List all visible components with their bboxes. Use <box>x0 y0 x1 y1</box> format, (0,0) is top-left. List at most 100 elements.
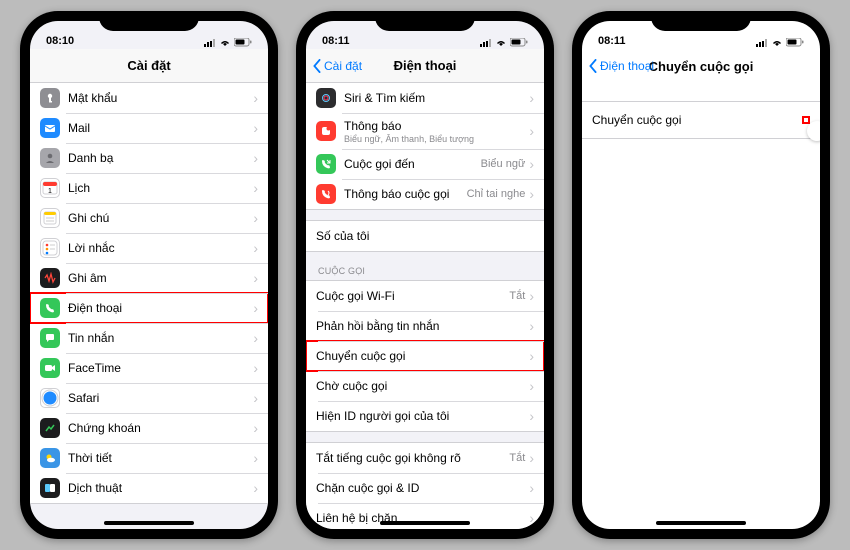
row-my-number[interactable]: Số của tôi <box>306 221 544 251</box>
battery-icon <box>786 38 804 47</box>
chevron-left-icon <box>588 59 598 73</box>
signal-icon <box>204 39 216 47</box>
row-settings-0[interactable]: Mật khẩu› <box>30 83 268 113</box>
row-label: Hiện ID người gọi của tôi <box>316 409 529 423</box>
toggle-highlight <box>802 116 810 124</box>
stocks-icon <box>40 418 60 438</box>
row-label: Danh bạ <box>68 151 253 165</box>
signal-icon <box>756 39 768 47</box>
phone-settings-list[interactable]: Siri & Tìm kiếm›Thông báoBiểu ngữ, Âm th… <box>306 83 544 529</box>
row-calls-4[interactable]: Hiện ID người gọi của tôi› <box>306 401 544 431</box>
nav-bar: Điện thoại Chuyển cuộc gọi <box>582 49 820 83</box>
row-label: Ghi chú <box>68 211 253 225</box>
chevron-left-icon <box>312 59 322 73</box>
chevron-right-icon: › <box>529 318 534 334</box>
row-label: Phản hồi bằng tin nhắn <box>316 319 529 333</box>
row-label: Lời nhắc <box>68 241 253 255</box>
row-calls-2[interactable]: Chuyển cuộc gọi› <box>306 341 544 371</box>
safari-icon <box>40 388 60 408</box>
row-label: Chuyển cuộc gọi <box>316 349 529 363</box>
row-settings-11[interactable]: Chứng khoán› <box>30 413 268 443</box>
announce-icon <box>316 184 336 204</box>
svg-text:1: 1 <box>48 188 52 195</box>
bell-icon <box>316 121 336 141</box>
row-settings-13[interactable]: Dịch thuật› <box>30 473 268 503</box>
row-phone-bottom-0[interactable]: Tắt tiếng cuộc gọi không rõTắt› <box>306 443 544 473</box>
row-phone-top-1[interactable]: Thông báoBiểu ngữ, Âm thanh, Biểu tượng› <box>306 113 544 149</box>
home-indicator[interactable] <box>656 521 746 525</box>
battery-icon <box>510 38 528 47</box>
key-icon <box>40 88 60 108</box>
screen-phone-settings: 08:11 Cài đặt Điện thoại Siri & Tìm kiếm… <box>306 21 544 529</box>
section-header-calls: CUỘC GỌI <box>306 262 544 280</box>
chevron-right-icon: › <box>253 390 258 406</box>
row-calls-1[interactable]: Phản hồi bằng tin nhắn› <box>306 311 544 341</box>
message-icon <box>40 328 60 348</box>
page-title: Cài đặt <box>127 58 170 73</box>
page-title: Chuyển cuộc gọi <box>649 59 754 74</box>
wifi-icon <box>771 39 783 47</box>
status-indicators <box>204 38 252 47</box>
phone-frame-3: 08:11 Điện thoại Chuyển cuộc gọi Chuyển … <box>572 11 830 539</box>
chevron-right-icon: › <box>253 300 258 316</box>
row-phone-top-0[interactable]: Siri & Tìm kiếm› <box>306 83 544 113</box>
row-label: Thời tiết <box>68 451 253 465</box>
chevron-right-icon: › <box>253 330 258 346</box>
home-indicator[interactable] <box>380 521 470 525</box>
home-indicator[interactable] <box>104 521 194 525</box>
nav-bar: Cài đặt Điện thoại <box>306 49 544 83</box>
row-label: Chặn cuộc gọi & ID <box>316 481 529 495</box>
chevron-right-icon: › <box>529 510 534 526</box>
row-phone-bottom-1[interactable]: Chặn cuộc gọi & ID› <box>306 473 544 503</box>
row-settings-6[interactable]: Ghi âm› <box>30 263 268 293</box>
status-time: 08:10 <box>46 35 74 47</box>
row-settings-5[interactable]: Lời nhắc› <box>30 233 268 263</box>
row-label: Ghi âm <box>68 271 253 285</box>
row-settings-4[interactable]: Ghi chú› <box>30 203 268 233</box>
back-button[interactable]: Cài đặt <box>312 59 362 73</box>
row-settings-8[interactable]: Tin nhắn› <box>30 323 268 353</box>
row-settings-1[interactable]: Mail› <box>30 113 268 143</box>
settings-list[interactable]: Mật khẩu›Mail›Danh bạ›1Lịch›Ghi chú›Lời … <box>30 83 268 529</box>
row-label: Thông báo cuộc gọi <box>344 187 467 201</box>
chevron-right-icon: › <box>529 288 534 304</box>
notch <box>375 11 475 31</box>
chevron-right-icon: › <box>253 120 258 136</box>
row-settings-7[interactable]: Điện thoại› <box>30 293 268 323</box>
back-button[interactable]: Điện thoại <box>588 59 654 73</box>
status-indicators <box>480 38 528 47</box>
chevron-right-icon: › <box>253 420 258 436</box>
phone-in-icon <box>316 154 336 174</box>
row-label: Tắt tiếng cuộc gọi không rõ <box>316 451 509 465</box>
chevron-right-icon: › <box>253 180 258 196</box>
reminders-icon <box>40 238 60 258</box>
battery-icon <box>234 38 252 47</box>
signal-icon <box>480 39 492 47</box>
translate-icon <box>40 478 60 498</box>
row-value: Biểu ngữ <box>481 158 526 170</box>
row-call-forwarding-toggle[interactable]: Chuyển cuộc gọi <box>582 102 820 138</box>
chevron-right-icon: › <box>253 360 258 376</box>
row-calls-0[interactable]: Cuộc gọi Wi-FiTắt› <box>306 281 544 311</box>
nav-bar: Cài đặt <box>30 49 268 83</box>
row-phone-top-2[interactable]: Cuộc gọi đếnBiểu ngữ› <box>306 149 544 179</box>
status-indicators <box>756 38 804 47</box>
facetime-icon <box>40 358 60 378</box>
row-phone-bottom-2[interactable]: Liên hệ bị chặn› <box>306 503 544 529</box>
phone-icon <box>40 298 60 318</box>
row-settings-2[interactable]: Danh bạ› <box>30 143 268 173</box>
row-settings-12[interactable]: Thời tiết› <box>30 443 268 473</box>
row-settings-10[interactable]: Safari› <box>30 383 268 413</box>
chevron-right-icon: › <box>253 450 258 466</box>
row-calls-3[interactable]: Chờ cuộc gọi› <box>306 371 544 401</box>
row-value: Chỉ tai nghe <box>467 188 526 200</box>
back-label: Điện thoại <box>600 59 654 73</box>
row-settings-9[interactable]: FaceTime› <box>30 353 268 383</box>
forwarding-content: Chuyển cuộc gọi <box>582 83 820 529</box>
row-phone-top-3[interactable]: Thông báo cuộc gọiChỉ tai nghe› <box>306 179 544 209</box>
row-label: Điện thoại <box>68 301 253 315</box>
chevron-right-icon: › <box>529 348 534 364</box>
row-settings-3[interactable]: 1Lịch› <box>30 173 268 203</box>
chevron-right-icon: › <box>529 408 534 424</box>
wifi-icon <box>219 39 231 47</box>
